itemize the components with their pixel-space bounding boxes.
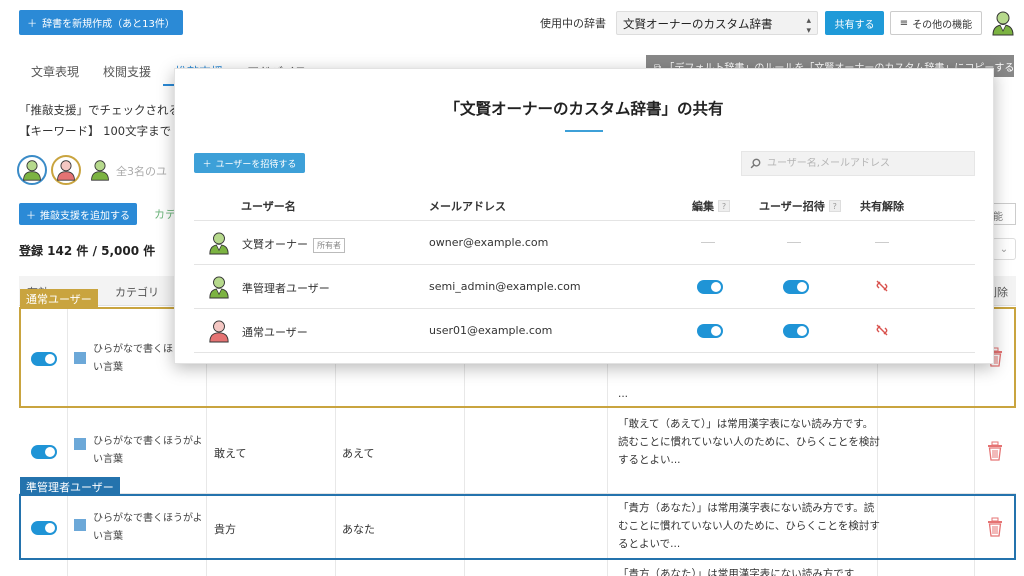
- add-rule-button[interactable]: ＋ 推敲支援を追加する: [19, 203, 137, 225]
- column-invite-label: ユーザー招待: [759, 200, 825, 213]
- user-name: 文賢オーナー 所有者: [242, 236, 345, 253]
- more-functions-button[interactable]: ≡ その他の機能: [890, 11, 982, 35]
- members-summary: 全3名のユ: [116, 165, 167, 178]
- description-line-1: 「推敲支援」でチェックされる: [19, 103, 180, 117]
- normal-user-tag: 通常ユーザー: [20, 289, 98, 307]
- dialog-title: 「文賢オーナーのカスタム辞書」の共有: [444, 100, 724, 118]
- plus-icon: ＋: [202, 159, 212, 170]
- header-category: カテゴリ: [115, 286, 159, 299]
- user-avatar-icon: [209, 276, 229, 299]
- title-underline: [565, 130, 603, 132]
- row-reading: あなた: [342, 523, 375, 536]
- selected-dictionary: 文賢オーナーのカスタム辞書: [623, 17, 773, 31]
- user-avatar-icon: [209, 232, 229, 255]
- search-icon: [750, 158, 761, 169]
- member-avatars: [17, 155, 115, 185]
- user-email: user01@example.com: [429, 324, 553, 337]
- trash-icon[interactable]: [986, 441, 1004, 461]
- enabled-toggle[interactable]: [31, 521, 57, 535]
- row-message: ...: [618, 388, 629, 400]
- plus-icon: ＋: [27, 19, 38, 30]
- column-invite: ユーザー招待 ?: [759, 198, 841, 214]
- share-dialog: 「文賢オーナーのカスタム辞書」の共有 ＋ ユーザーを招待する ユーザー名 メール…: [174, 68, 994, 364]
- add-rule-label: 推敲支援を追加する: [40, 210, 130, 222]
- column-edit: 編集 ?: [692, 198, 730, 214]
- edit-permission-toggle[interactable]: [697, 324, 723, 338]
- help-icon[interactable]: ?: [828, 200, 841, 212]
- row-message: 「貴方（あなた）」は常用漢字表にない読み方です: [618, 568, 855, 576]
- shared-user-row: 文賢オーナー 所有者 owner@example.com: [194, 221, 975, 265]
- semi-admin-tag: 準管理者ユーザー: [20, 477, 120, 494]
- search-input[interactable]: [767, 158, 967, 169]
- table-row: ひらがなで書くほうがよい言葉 貴方 あなた 「貴方（あなた）」は常用漢字表にない…: [19, 494, 1016, 560]
- menu-icon: ≡: [899, 17, 909, 29]
- row-category: ひらがなで書くほうがよい言葉: [93, 513, 203, 542]
- row-word: 貴方: [214, 523, 236, 536]
- user-name: 通常ユーザー: [242, 326, 308, 339]
- user-icon: [91, 160, 109, 181]
- invite-not-applicable: [787, 242, 801, 243]
- column-unshare: 共有解除: [860, 198, 904, 214]
- row-reading: あえて: [342, 447, 375, 460]
- invite-permission-toggle[interactable]: [783, 324, 809, 338]
- user-email: owner@example.com: [429, 236, 549, 249]
- unlink-icon[interactable]: [875, 323, 889, 337]
- top-bar: ＋ 辞書を新規作成（あと13件） 使用中の辞書 文賢オーナーのカスタム辞書 ▴ ▾…: [0, 0, 1024, 50]
- shared-user-row: 準管理者ユーザー semi_admin@example.com: [194, 265, 975, 309]
- edit-not-applicable: [701, 242, 715, 243]
- invite-permission-toggle[interactable]: [783, 280, 809, 294]
- column-email-label: メールアドレス: [429, 200, 506, 213]
- plus-icon: ＋: [26, 210, 36, 222]
- avatar[interactable]: [85, 155, 115, 185]
- invite-user-button[interactable]: ＋ ユーザーを招待する: [194, 153, 305, 173]
- share-button[interactable]: 共有する: [825, 11, 884, 35]
- owner-badge: 所有者: [313, 237, 345, 253]
- dictionary-in-use-label: 使用中の辞書: [540, 17, 606, 30]
- enabled-toggle[interactable]: [31, 352, 57, 366]
- dictionary-select[interactable]: 文賢オーナーのカスタム辞書 ▴ ▾: [616, 11, 818, 36]
- column-username-label: ユーザー名: [241, 200, 296, 213]
- new-dictionary-button[interactable]: ＋ 辞書を新規作成（あと13件）: [19, 10, 183, 35]
- edit-permission-toggle[interactable]: [697, 280, 723, 294]
- user-name: 準管理者ユーザー: [242, 282, 330, 295]
- user-icon: [23, 160, 41, 181]
- row-message: 「貴方（あなた）」は常用漢字表にない読み方です。読むことに慣れていない人のために…: [618, 502, 880, 550]
- row-message: 「敢えて（あえて）」は常用漢字表にない読み方です。読むことに慣れていない人のため…: [618, 418, 880, 466]
- user-search[interactable]: [741, 151, 975, 176]
- table-row: 「貴方（あなた）」は常用漢字表にない読み方です: [19, 560, 1016, 576]
- trash-icon[interactable]: [986, 517, 1004, 537]
- row-word: 敢えて: [214, 447, 247, 460]
- category-link[interactable]: カテ: [154, 206, 176, 222]
- column-unshare-label: 共有解除: [860, 200, 904, 213]
- user-avatar-icon: [209, 320, 229, 343]
- category-color-swatch: [74, 352, 86, 364]
- avatar[interactable]: [17, 155, 47, 185]
- column-username: ユーザー名: [241, 198, 296, 214]
- user-email: semi_admin@example.com: [429, 280, 581, 293]
- unshare-not-applicable: [875, 242, 889, 243]
- registered-count: 登録 142 件 / 5,000 件: [19, 244, 156, 258]
- row-category: ひらがなで書くほうがよい言葉: [93, 436, 203, 465]
- select-caret-icon: ▴ ▾: [806, 16, 811, 36]
- table-row: ひらがなで書くほうがよい言葉 敢えて あえて 「敢えて（あえて）」は常用漢字表に…: [19, 408, 1016, 494]
- chevron-down-icon[interactable]: ⌄: [992, 238, 1016, 260]
- column-email: メールアドレス: [429, 198, 506, 214]
- invite-user-label: ユーザーを招待する: [215, 159, 297, 170]
- user-icon: [57, 160, 75, 181]
- category-color-swatch: [74, 438, 86, 450]
- shared-user-row: 通常ユーザー user01@example.com: [194, 309, 975, 353]
- tab-proofreading[interactable]: 校閲支援: [91, 56, 163, 86]
- user-avatar-icon[interactable]: [991, 10, 1015, 36]
- avatar[interactable]: [51, 155, 81, 185]
- user-name-text: 文賢オーナー: [242, 238, 308, 251]
- column-edit-label: 編集: [692, 200, 714, 213]
- new-dictionary-label: 辞書を新規作成（あと13件）: [42, 19, 175, 30]
- help-icon[interactable]: ?: [718, 200, 730, 212]
- description-line-2: 【キーワード】 100文字まで: [19, 124, 172, 138]
- category-color-swatch: [74, 519, 86, 531]
- enabled-toggle[interactable]: [31, 445, 57, 459]
- unlink-icon[interactable]: [875, 279, 889, 293]
- more-functions-label: その他の機能: [912, 19, 973, 31]
- tab-expression[interactable]: 文章表現: [19, 56, 91, 86]
